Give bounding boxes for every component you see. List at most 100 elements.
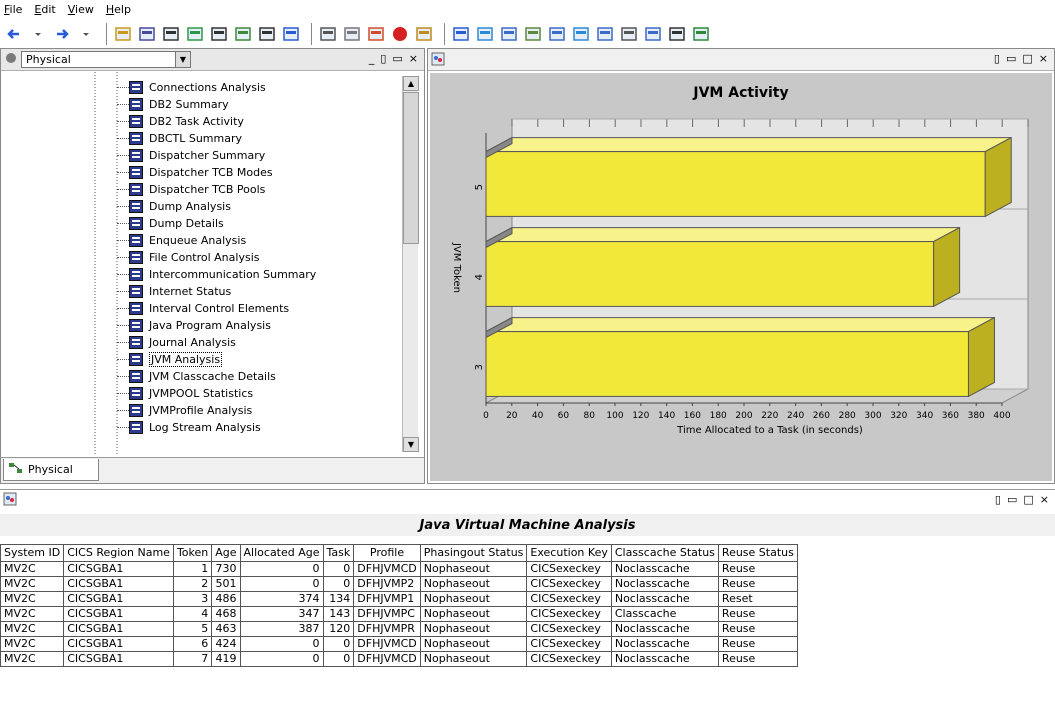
- table-row[interactable]: MV2C CICSGBA1 3 486 374 134 DFHJVMP1 Nophaseout…: [0, 591, 798, 607]
- back-dropdown-icon[interactable]: [28, 24, 48, 44]
- back-arrow-icon[interactable]: [4, 24, 24, 44]
- toolbar-separator: [311, 23, 312, 45]
- scroll-thumb[interactable]: [403, 92, 419, 244]
- tree-scrollbar[interactable]: ▲ ▼: [402, 76, 419, 452]
- column-header[interactable]: Classcache Status: [610, 544, 719, 562]
- column-header[interactable]: Execution Key: [526, 544, 612, 562]
- tree-item-label: JVM Classcache Details: [149, 369, 276, 383]
- help-book-icon[interactable]: [281, 24, 301, 44]
- tree-item-label: DB2 Summary: [149, 97, 229, 111]
- tile-vertical-button[interactable]: ▯: [380, 52, 386, 65]
- tree-item[interactable]: Dispatcher Summary: [129, 147, 265, 163]
- refresh-icon[interactable]: [185, 24, 205, 44]
- table-cell: CICSGBA1: [63, 561, 174, 577]
- line-chart-icon[interactable]: [523, 24, 543, 44]
- settings-icon[interactable]: [342, 24, 362, 44]
- table-row[interactable]: MV2C CICSGBA1 6 424 0 0 DFHJVMCD Nophaseout CICS…: [0, 636, 798, 652]
- tree-item[interactable]: JVM Classcache Details: [129, 368, 276, 384]
- tree-item[interactable]: JVMPOOL Statistics: [129, 385, 253, 401]
- tree-item[interactable]: Dispatcher TCB Modes: [129, 164, 273, 180]
- close-button[interactable]: ×: [409, 52, 418, 65]
- table-cell: CICSGBA1: [63, 621, 174, 637]
- table-row[interactable]: MV2C CICSGBA1 2 501 0 0 DFHJVMP2 Nophaseout CICS…: [0, 576, 798, 592]
- tile-vertical-button[interactable]: ▯: [994, 52, 1000, 65]
- x-tick-label: 340: [916, 411, 933, 421]
- tree-item[interactable]: DB2 Summary: [129, 96, 229, 112]
- chevron-down-icon[interactable]: ▼: [175, 52, 190, 67]
- tree-item[interactable]: Java Program Analysis: [129, 317, 271, 333]
- network-icon[interactable]: [233, 24, 253, 44]
- stop-icon[interactable]: [390, 24, 410, 44]
- tree-icon[interactable]: [209, 24, 229, 44]
- column-header[interactable]: Phasingout Status: [419, 544, 528, 562]
- tree-item[interactable]: Internet Status: [129, 283, 231, 299]
- tree-item[interactable]: Journal Analysis: [129, 334, 236, 350]
- tree-item[interactable]: File Control Analysis: [129, 249, 259, 265]
- image-icon[interactable]: [571, 24, 591, 44]
- document-icon[interactable]: [619, 24, 639, 44]
- column-header[interactable]: Age: [211, 544, 241, 562]
- area-chart-icon[interactable]: [547, 24, 567, 44]
- y-tick-label: 5: [474, 184, 485, 190]
- tree-item[interactable]: DB2 Task Activity: [129, 113, 244, 129]
- table-row[interactable]: MV2C CICSGBA1 4 468 347 143 DFHJVMPC Nophaseout…: [0, 606, 798, 622]
- table-row[interactable]: MV2C CICSGBA1 5 463 387 120 DFHJVMPR Nophaseout…: [0, 621, 798, 637]
- column-header[interactable]: System ID: [0, 544, 65, 562]
- properties-icon[interactable]: [161, 24, 181, 44]
- view-select[interactable]: Physical ▼: [21, 51, 191, 68]
- console-icon[interactable]: [667, 24, 687, 44]
- column-header[interactable]: Reuse Status: [717, 544, 798, 562]
- tile-horizontal-button[interactable]: ▭: [1006, 52, 1016, 65]
- binoculars-icon[interactable]: [257, 24, 277, 44]
- table-icon[interactable]: [451, 24, 471, 44]
- plugin-icon[interactable]: [691, 24, 711, 44]
- scroll-up-icon[interactable]: ▲: [403, 76, 419, 91]
- column-header[interactable]: Allocated Age: [239, 544, 324, 562]
- column-header[interactable]: CICS Region Name: [63, 544, 174, 562]
- bar-chart-icon[interactable]: [499, 24, 519, 44]
- minimize-button[interactable]: _: [369, 52, 375, 65]
- tile-horizontal-button[interactable]: ▭: [392, 52, 402, 65]
- forward-dropdown-icon[interactable]: [76, 24, 96, 44]
- tree-item[interactable]: Intercommunication Summary: [129, 266, 316, 282]
- tree-item[interactable]: Dump Details: [129, 215, 224, 231]
- tree-item[interactable]: Dispatcher TCB Pools: [129, 181, 265, 197]
- menu-view[interactable]: View: [68, 3, 94, 16]
- sound-icon[interactable]: [414, 24, 434, 44]
- palette-icon[interactable]: [366, 24, 386, 44]
- tree-item[interactable]: JVM Analysis: [129, 351, 223, 367]
- tree-item[interactable]: Interval Control Elements: [129, 300, 289, 316]
- table-cell: CICSexeckey: [526, 621, 612, 637]
- tree-item[interactable]: Dump Analysis: [129, 198, 231, 214]
- menu-file[interactable]: File: [4, 3, 22, 16]
- calculator-icon[interactable]: [595, 24, 615, 44]
- column-header[interactable]: Token: [172, 544, 213, 562]
- tile-vertical-button[interactable]: ▯: [995, 493, 1001, 506]
- menu-edit[interactable]: Edit: [34, 3, 55, 16]
- tile-horizontal-button[interactable]: ▭: [1007, 493, 1017, 506]
- table-row[interactable]: MV2C CICSGBA1 7 419 0 0 DFHJVMCD Nophaseout CICS…: [0, 651, 798, 667]
- globe-icon[interactable]: [475, 24, 495, 44]
- forward-arrow-icon[interactable]: [52, 24, 72, 44]
- maximize-button[interactable]: □: [1023, 493, 1033, 506]
- new-folder-icon[interactable]: [113, 24, 133, 44]
- pen-icon[interactable]: [643, 24, 663, 44]
- bar-4: [485, 241, 935, 307]
- column-header[interactable]: Task: [322, 544, 355, 562]
- tree-item[interactable]: Log Stream Analysis: [129, 419, 261, 435]
- tree-item[interactable]: DBCTL Summary: [129, 130, 242, 146]
- close-button[interactable]: ×: [1040, 493, 1049, 506]
- table-row[interactable]: MV2C CICSGBA1 1 730 0 0 DFHJVMCD Nophaseout CICS…: [0, 561, 798, 577]
- maximize-button[interactable]: □: [1022, 52, 1032, 65]
- tree-item[interactable]: Connections Analysis: [129, 79, 266, 95]
- close-button[interactable]: ×: [1039, 52, 1048, 65]
- save-icon[interactable]: [137, 24, 157, 44]
- filter-icon[interactable]: [318, 24, 338, 44]
- tree-item[interactable]: Enqueue Analysis: [129, 232, 246, 248]
- table-cell: 0: [322, 561, 355, 577]
- menu-help[interactable]: Help: [106, 3, 131, 16]
- tree-item[interactable]: JVMProfile Analysis: [129, 402, 252, 418]
- column-header[interactable]: Profile: [353, 544, 421, 562]
- tab-physical[interactable]: Physical: [3, 459, 99, 481]
- scroll-down-icon[interactable]: ▼: [403, 437, 419, 452]
